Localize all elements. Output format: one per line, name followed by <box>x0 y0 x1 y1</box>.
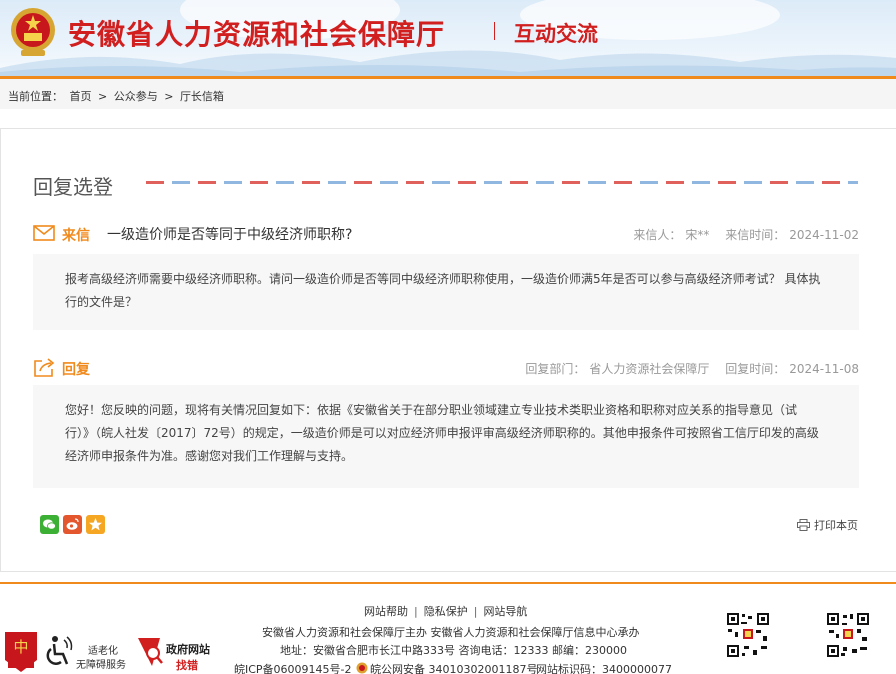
letter-date: 2024-11-02 <box>789 228 859 242</box>
breadcrumb-home[interactable]: 首页 <box>70 90 92 103</box>
footer-link-help[interactable]: 网站帮助 <box>364 605 408 618</box>
reply-header: 回复 回复部门： 省人力资源社会保障厅 回复时间： 2024-11-08 <box>33 357 859 379</box>
letter-body: 报考高级经济师需要中级经济师职称。请问一级造价师是否等同中级经济师职称使用，一级… <box>33 254 859 330</box>
qr-code-icon <box>826 612 870 658</box>
letter-subject: 一级造价师是否等同于中级经济师职称? <box>107 227 353 243</box>
reply-date: 2024-11-08 <box>789 362 859 376</box>
gov-site-search-icon[interactable] <box>136 636 164 670</box>
title-dash-divider <box>146 181 858 184</box>
reply-meta: 回复部门： 省人力资源社会保障厅 回复时间： 2024-11-08 <box>521 360 859 377</box>
breadcrumb-prefix: 当前位置： <box>8 90 63 103</box>
footer-links: 网站帮助 | 隐私保护 | 网站导航 <box>364 605 528 618</box>
gov-site-label-1[interactable]: 政府网站 <box>166 641 210 657</box>
svg-text:中: 中 <box>13 638 28 656</box>
favorite-icon[interactable] <box>86 515 105 534</box>
breadcrumb-mailbox[interactable]: 厅长信箱 <box>180 90 224 103</box>
title-separator <box>494 22 495 40</box>
site-header: 安徽省人力资源和社会保障厅 互动交流 <box>0 0 896 78</box>
printer-icon <box>797 519 810 531</box>
reply-share-icon <box>34 358 55 377</box>
police-badge-icon <box>356 662 368 674</box>
footer-address: 地址：安徽省合肥市长江中路333号 咨询电话：12333 邮编：230000 <box>280 644 627 657</box>
reply-body: 您好！您反映的问题，现将有关情况回复如下：依据《安徽省关于在部分职业领域建立专业… <box>33 385 859 488</box>
sender-name: 宋** <box>685 228 710 242</box>
footer-icp[interactable]: 皖ICP备06009145号-2 <box>234 661 352 674</box>
site-title[interactable]: 安徽省人力资源和社会保障厅 <box>68 13 445 53</box>
footer-site-id: 网站标识码：3400000077 <box>536 663 672 674</box>
wechat-icon[interactable] <box>40 515 59 534</box>
breadcrumb-public[interactable]: 公众参与 <box>114 90 158 103</box>
letter-date-label: 来信时间： <box>725 228 786 242</box>
section-title[interactable]: 互动交流 <box>514 18 598 48</box>
qr-code-icon <box>726 612 770 658</box>
letter-tag: 来信 <box>62 228 90 244</box>
reply-dept: 省人力资源社会保障厅 <box>589 362 710 376</box>
accessibility-icon[interactable] <box>44 634 74 670</box>
accessibility-label-1[interactable]: 适老化 <box>88 642 118 657</box>
breadcrumb-separator: > <box>98 90 108 103</box>
sender-label: 来信人： <box>633 228 682 242</box>
footer-sponsor: 安徽省人力资源和社会保障厅主办 安徽省人力资源和社会保障厅信息中心承办 <box>262 626 640 639</box>
national-emblem-icon <box>11 8 55 56</box>
letter-header: 来信 一级造价师是否等同于中级经济师职称? 来信人： 宋** 来信时间： 2024-… <box>33 223 859 245</box>
print-label: 打印本页 <box>814 519 858 532</box>
reply-tag: 回复 <box>62 362 90 378</box>
breadcrumb-separator: > <box>164 90 174 103</box>
card-title: 回复选登 <box>33 175 113 199</box>
accessibility-label-2[interactable]: 无障碍服务 <box>76 656 126 671</box>
reply-dept-label: 回复部门： <box>525 362 586 376</box>
party-government-badge-icon[interactable]: 中 <box>2 630 40 674</box>
site-footer: 中 适老化 无障碍服务 政府网站 找错 网站帮助 | 隐私保护 | 网站导航 安徽省人力… <box>0 584 896 674</box>
envelope-icon <box>33 225 55 241</box>
weibo-icon[interactable] <box>63 515 82 534</box>
gov-site-label-2[interactable]: 找错 <box>176 657 198 673</box>
reply-date-label: 回复时间： <box>725 362 786 376</box>
breadcrumb: 当前位置： 首页 > 公众参与 > 厅长信箱 <box>0 79 896 109</box>
reply-card: 回复选登 来信 一级造价师是否等同于中级经济师职称? 来信人： 宋** 来信时间：… <box>0 128 896 572</box>
footer-police[interactable]: 皖公网安备 34010302001187号 <box>370 661 537 674</box>
footer-link-sitemap[interactable]: 网站导航 <box>483 605 527 618</box>
print-page-button[interactable]: 打印本页 <box>797 517 858 533</box>
letter-meta: 来信人： 宋** 来信时间： 2024-11-02 <box>629 226 859 243</box>
footer-link-privacy[interactable]: 隐私保护 <box>424 605 468 618</box>
